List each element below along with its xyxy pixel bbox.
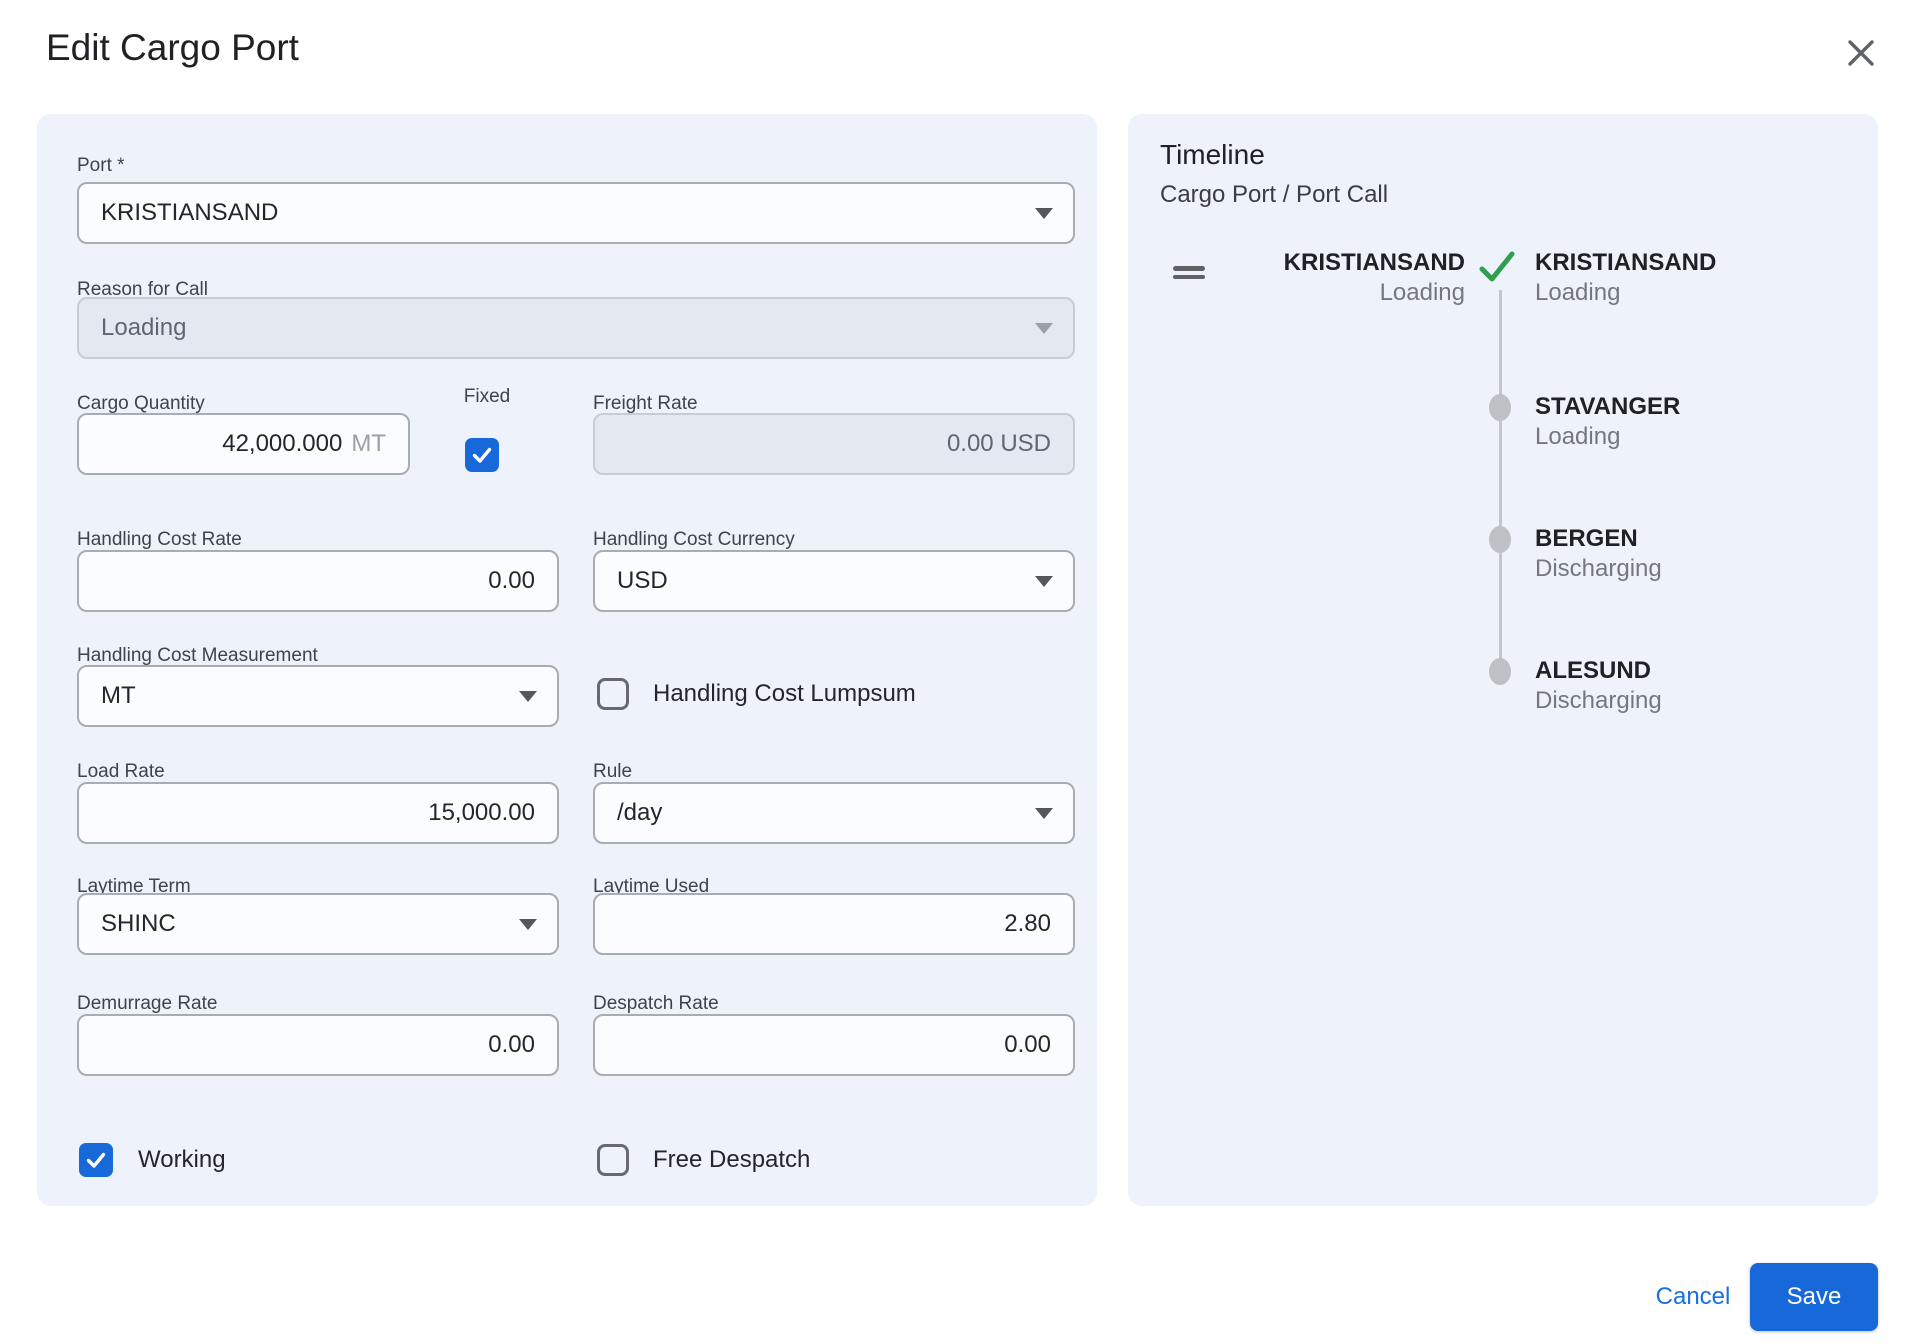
timeline-stop: KRISTIANSAND Loading xyxy=(1535,248,1716,308)
stop-port-reason: Discharging xyxy=(1535,555,1662,582)
handling-cost-currency-value: USD xyxy=(617,567,668,594)
load-rate-label: Load Rate xyxy=(77,761,165,782)
working-label[interactable]: Working xyxy=(138,1145,226,1175)
laytime-used-input[interactable]: 2.80 xyxy=(593,893,1075,955)
save-button[interactable]: Save xyxy=(1750,1263,1878,1331)
handling-cost-rate-value: 0.00 xyxy=(488,567,535,594)
timeline-dot xyxy=(1489,658,1511,685)
timeline-dot xyxy=(1489,394,1511,421)
chevron-down-icon xyxy=(1035,323,1053,334)
despatch-rate-value: 0.00 xyxy=(1004,1031,1051,1058)
stop-port-name: ALESUND xyxy=(1535,657,1652,684)
timeline-stop: STAVANGER Loading xyxy=(1535,392,1680,452)
working-checkbox[interactable] xyxy=(79,1143,113,1177)
stop-port-name: BERGEN xyxy=(1535,525,1638,552)
rule-label: Rule xyxy=(593,761,633,782)
handling-cost-rate-label: Handling Cost Rate xyxy=(77,529,242,550)
chevron-down-icon xyxy=(1035,576,1053,587)
stop-port-name: KRISTIANSAND xyxy=(1535,249,1717,276)
handling-cost-rate-input[interactable]: 0.00 xyxy=(77,550,559,612)
freight-rate-input: 0.00 USD xyxy=(593,413,1075,475)
free-despatch-checkbox[interactable] xyxy=(597,1144,629,1176)
fixed-label: Fixed xyxy=(463,386,511,407)
timeline-current-cargo-port: KRISTIANSAND Loading xyxy=(1188,248,1465,308)
laytime-term-select[interactable]: SHINC xyxy=(77,893,559,955)
free-despatch-label[interactable]: Free Despatch xyxy=(653,1145,810,1175)
fixed-checkbox[interactable] xyxy=(465,438,499,472)
checkmark-icon xyxy=(472,447,492,463)
close-x-glyph xyxy=(1848,40,1874,66)
timeline-dot xyxy=(1489,526,1511,553)
cargo-port-form-panel: Port * KRISTIANSAND Reason for Call Load… xyxy=(37,114,1097,1206)
freight-rate-value: 0.00 USD xyxy=(946,430,1051,457)
handling-cost-measurement-label: Handling Cost Measurement xyxy=(77,645,318,666)
demurrage-rate-value: 0.00 xyxy=(488,1031,535,1058)
current-port-name: KRISTIANSAND xyxy=(1283,249,1465,276)
timeline-panel: Timeline Cargo Port / Port Call KRISTIAN… xyxy=(1128,114,1878,1206)
demurrage-rate-input[interactable]: 0.00 xyxy=(77,1014,559,1076)
cargo-quantity-unit: MT xyxy=(351,430,386,457)
reason-for-call-select: Loading xyxy=(77,297,1075,359)
despatch-rate-label: Despatch Rate xyxy=(593,993,719,1014)
handling-cost-lumpsum-checkbox[interactable] xyxy=(597,678,629,710)
cargo-quantity-value: 42,000.000 xyxy=(222,430,343,457)
chevron-down-icon xyxy=(1035,208,1053,219)
timeline-line xyxy=(1499,290,1502,671)
chevron-down-icon xyxy=(519,919,537,930)
port-select[interactable]: KRISTIANSAND xyxy=(77,182,1075,244)
demurrage-rate-label: Demurrage Rate xyxy=(77,993,218,1014)
rule-value: /day xyxy=(617,799,663,826)
port-value: KRISTIANSAND xyxy=(101,199,279,226)
page-title: Edit Cargo Port xyxy=(46,27,299,68)
handling-cost-measurement-select[interactable]: MT xyxy=(77,665,559,727)
check-icon xyxy=(1479,251,1515,282)
timeline-stop: BERGEN Discharging xyxy=(1535,524,1662,584)
cancel-button[interactable]: Cancel xyxy=(1618,1272,1768,1322)
stop-port-reason: Discharging xyxy=(1535,687,1662,714)
edit-cargo-port-dialog: Edit Cargo Port Port * KRISTIANSAND Reas… xyxy=(0,0,1914,1344)
current-port-reason: Loading xyxy=(1379,279,1465,306)
stop-port-name: STAVANGER xyxy=(1535,393,1681,420)
despatch-rate-input[interactable]: 0.00 xyxy=(593,1014,1075,1076)
stop-port-reason: Loading xyxy=(1535,423,1621,450)
timeline-stop: ALESUND Discharging xyxy=(1535,656,1662,716)
port-label: Port * xyxy=(77,155,125,176)
checkmark-icon xyxy=(86,1152,106,1168)
handling-cost-measurement-value: MT xyxy=(101,682,136,709)
cargo-quantity-input[interactable]: 42,000.000 MT xyxy=(77,413,410,475)
laytime-term-value: SHINC xyxy=(101,910,176,937)
chevron-down-icon xyxy=(1035,808,1053,819)
handling-cost-lumpsum-label[interactable]: Handling Cost Lumpsum xyxy=(653,679,916,709)
load-rate-input[interactable]: 15,000.00 xyxy=(77,782,559,844)
handling-cost-currency-label: Handling Cost Currency xyxy=(593,529,795,550)
laytime-used-value: 2.80 xyxy=(1004,910,1051,937)
handling-cost-currency-select[interactable]: USD xyxy=(593,550,1075,612)
cargo-quantity-label: Cargo Quantity xyxy=(77,393,205,414)
freight-rate-label: Freight Rate xyxy=(593,393,698,414)
load-rate-value: 15,000.00 xyxy=(428,799,535,826)
timeline-subtitle: Cargo Port / Port Call xyxy=(1160,181,1389,208)
stop-port-reason: Loading xyxy=(1535,279,1621,306)
timeline-title: Timeline xyxy=(1160,139,1265,170)
chevron-down-icon xyxy=(519,691,537,702)
close-icon[interactable] xyxy=(1838,30,1884,76)
rule-select[interactable]: /day xyxy=(593,782,1075,844)
reason-for-call-value: Loading xyxy=(101,314,187,341)
